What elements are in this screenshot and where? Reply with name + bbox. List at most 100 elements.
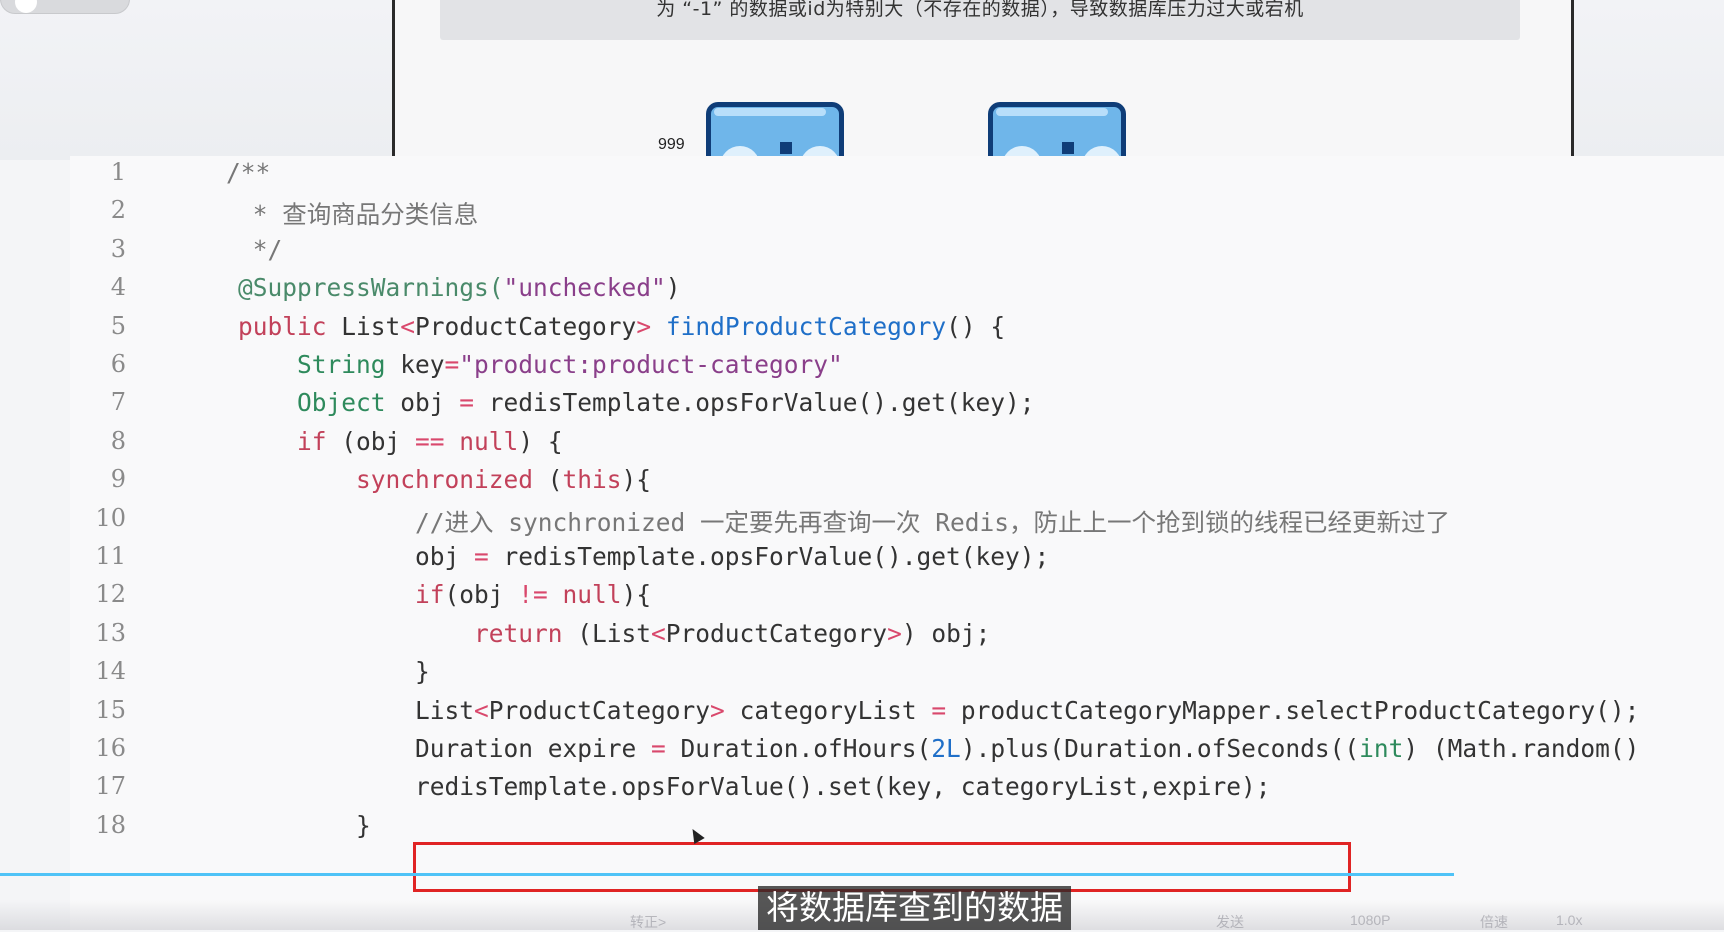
code-line: if (obj == null) {	[238, 427, 563, 456]
code-line: if(obj != null){	[238, 580, 651, 609]
code-line: public List<ProductCategory> findProduct…	[238, 312, 1005, 341]
line-number: 18	[95, 810, 126, 839]
code-token: /**	[226, 158, 271, 187]
highlight-box	[413, 842, 1351, 892]
code-token: productCategoryMapper.selectProductCateg…	[960, 695, 1640, 725]
line-number: 3	[110, 234, 126, 263]
code-line: * 查询商品分类信息	[238, 196, 479, 231]
window-control-pill[interactable]	[0, 0, 130, 14]
code-token: }	[238, 657, 430, 687]
line-number: 14	[95, 657, 126, 686]
code-token: String	[238, 350, 401, 379]
code-token: List	[341, 311, 401, 341]
code-token: null	[562, 580, 622, 610]
code-token: if	[238, 426, 342, 456]
slide-caption: 为 “-1” 的数据或id为特别大（不存在的数据），导致数据库压力过大或宕机	[656, 0, 1304, 20]
code-token: @SuppressWarnings(	[238, 273, 504, 303]
code-line: synchronized (this){	[238, 465, 651, 494]
line-number: 2	[110, 196, 126, 225]
code-token: Duration.ofHours(	[680, 734, 932, 763]
code-token: return	[238, 618, 578, 648]
code-token: if	[238, 580, 445, 610]
code-token: <	[400, 311, 416, 341]
send-button[interactable]: 发送	[1216, 912, 1244, 932]
code-line: Object obj = redisTemplate.opsForValue()…	[238, 388, 1035, 417]
code-line: Duration expire = Duration.ofHours(2L).p…	[238, 734, 1639, 763]
line-number: 17	[95, 772, 126, 801]
code-line: String key="product:product-category"	[238, 350, 843, 379]
code-token: =	[931, 695, 961, 725]
code-line: return (List<ProductCategory>) obj;	[238, 619, 990, 648]
code-token: 2L	[931, 734, 961, 763]
code-token: (obj	[444, 580, 519, 610]
code-token: (	[547, 465, 563, 495]
code-token: )	[665, 273, 681, 303]
code-token: <	[474, 695, 489, 725]
database-server-icon	[700, 102, 850, 186]
speed-selector[interactable]: 倍速	[1480, 912, 1508, 932]
code-line: redisTemplate.opsForValue().set(key, cat…	[238, 772, 1271, 801]
code-token: */	[238, 234, 283, 264]
database-server-icon	[982, 102, 1132, 186]
code-token: ProductCategory	[415, 311, 637, 341]
code-line: }	[238, 811, 371, 840]
code-token: <	[651, 618, 666, 648]
line-number: 6	[110, 350, 126, 378]
line-number: 9	[110, 465, 126, 494]
code-line: List<ProductCategory> categoryList = pro…	[238, 696, 1639, 725]
code-token: "unchecked"	[503, 273, 666, 303]
code-token: Object	[238, 388, 401, 418]
diagram-label: 999	[658, 136, 685, 153]
line-number: 8	[110, 426, 126, 455]
code-token: * 查询商品分类信息	[238, 200, 479, 230]
code-token: int	[1359, 734, 1404, 763]
code-token: (obj	[341, 426, 416, 456]
line-number: 7	[110, 388, 126, 417]
code-token: =	[444, 350, 460, 379]
line-number: 12	[95, 580, 126, 609]
code-token: Duration expire	[238, 734, 652, 763]
code-token: =	[474, 542, 504, 571]
code-token: }	[238, 810, 371, 840]
code-token: ){	[621, 580, 652, 610]
line-number: 15	[95, 695, 126, 724]
code-token: obj	[238, 542, 475, 571]
code-token: ==	[415, 426, 460, 456]
code-line: /**	[226, 158, 270, 187]
code-token: >	[887, 618, 902, 648]
code-token: findProductCategory	[665, 311, 947, 341]
code-token: =	[651, 734, 681, 763]
code-line: }	[238, 657, 430, 686]
code-token: ){	[621, 465, 652, 495]
code-token: ProductCategory	[665, 618, 888, 648]
code-token: !=	[518, 580, 563, 610]
code-token: obj	[400, 388, 460, 418]
video-subtitle: 将数据库查到的数据	[758, 886, 1071, 930]
code-token: categoryList	[739, 695, 932, 725]
code-token: List	[238, 695, 475, 725]
code-token: ProductCategory	[488, 695, 711, 725]
code-token: public	[238, 311, 342, 341]
line-number: 5	[110, 311, 126, 340]
code-token: ) obj;	[901, 618, 991, 648]
code-token: ) (Math.random()	[1403, 734, 1640, 763]
code-token: (List	[577, 618, 652, 648]
code-token: key	[400, 350, 445, 379]
code-token: redisTemplate.opsForValue().get(key);	[503, 542, 1050, 571]
code-token: >	[710, 695, 740, 725]
code-token: >	[636, 311, 666, 341]
code-line: @SuppressWarnings("unchecked")	[238, 273, 681, 302]
forward-control[interactable]: 转正>	[630, 912, 666, 932]
speed-value[interactable]: 1.0x	[1556, 912, 1582, 928]
code-token: ) {	[518, 426, 563, 456]
code-line: obj = redisTemplate.opsForValue().get(ke…	[238, 542, 1049, 571]
line-number: 1	[110, 158, 126, 186]
code-token: =	[459, 388, 489, 418]
code-token: this	[562, 465, 622, 495]
quality-selector[interactable]: 1080P	[1350, 912, 1390, 928]
code-token: null	[459, 426, 519, 456]
code-line: //进入 synchronized 一定要先再查询一次 Redis，防止上一个抢…	[238, 504, 1450, 539]
line-number: 10	[95, 503, 126, 532]
code-token: redisTemplate.opsForValue().get(key);	[488, 388, 1035, 418]
video-progress-bar[interactable]	[0, 873, 1454, 876]
